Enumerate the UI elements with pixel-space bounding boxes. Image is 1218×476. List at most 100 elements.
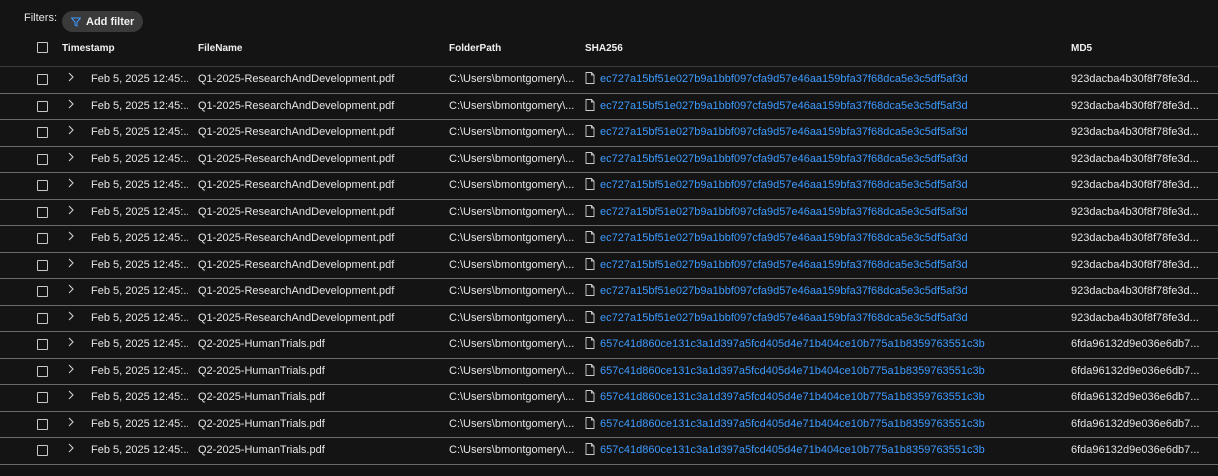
sha256-link[interactable]: ec727a15bf51e027b9a1bbf097cfa9d57e46aa15… [600,153,1060,165]
chevron-right-icon[interactable] [67,125,75,135]
chevron-right-icon[interactable] [67,72,75,82]
timestamp-cell: Feb 5, 2025 12:45:... [91,391,188,403]
file-icon [585,257,595,270]
chevron-right-icon[interactable] [67,390,75,400]
sha256-link[interactable]: ec727a15bf51e027b9a1bbf097cfa9d57e46aa15… [600,126,1060,138]
sha256-link[interactable]: ec727a15bf51e027b9a1bbf097cfa9d57e46aa15… [600,206,1060,218]
table-row[interactable]: Feb 5, 2025 12:45:... Q2-2025-HumanTrials… [0,332,1218,359]
row-checkbox[interactable] [37,445,48,456]
filename-cell: Q1-2025-ResearchAndDevelopment.pdf [198,232,395,244]
chevron-right-icon[interactable] [67,231,75,241]
table-row[interactable]: Feb 5, 2025 12:45:... Q2-2025-HumanTrials… [0,359,1218,385]
table-row[interactable]: Feb 5, 2025 12:45:... Q1-2025-ResearchAnd… [0,120,1218,147]
row-checkbox[interactable] [37,339,48,350]
chevron-right-icon[interactable] [67,337,75,347]
folderpath-cell: C:\Users\bmontgomery\... [449,205,575,218]
chevron-right-icon[interactable] [67,284,75,294]
column-header-filename[interactable]: FileName [198,43,242,54]
table-row[interactable]: Feb 5, 2025 12:45:... Q1-2025-ResearchAnd… [0,306,1218,332]
sha256-link[interactable]: 657c41d860ce131c3a1d397a5fcd405d4e71b404… [600,338,1060,350]
sha256-link[interactable]: 657c41d860ce131c3a1d397a5fcd405d4e71b404… [600,365,1060,377]
folderpath-cell: C:\Users\bmontgomery\... [449,258,575,271]
timestamp-cell: Feb 5, 2025 12:45:... [91,285,188,297]
timestamp-cell: Feb 5, 2025 12:45:... [91,152,188,165]
folderpath-cell: C:\Users\bmontgomery\... [449,417,575,430]
table-row[interactable]: Feb 5, 2025 12:45:... Q2-2025-HumanTrials… [0,385,1218,412]
table-row[interactable]: Feb 5, 2025 12:45:... Q2-2025-HumanTrials… [0,438,1218,465]
chevron-right-icon[interactable] [67,152,75,162]
folderpath-cell: C:\Users\bmontgomery\... [449,444,575,456]
file-icon [585,151,595,164]
row-checkbox[interactable] [37,365,48,377]
folderpath-cell: C:\Users\bmontgomery\... [449,152,575,165]
sha256-link[interactable]: 657c41d860ce131c3a1d397a5fcd405d4e71b404… [600,391,1060,403]
filename-cell: Q1-2025-ResearchAndDevelopment.pdf [198,311,395,324]
md5-cell: 6fda96132d9e036e6db7... [1071,417,1200,430]
sha256-link[interactable]: 657c41d860ce131c3a1d397a5fcd405d4e71b404… [600,418,1060,430]
sha256-link[interactable]: ec727a15bf51e027b9a1bbf097cfa9d57e46aa15… [600,73,1060,85]
row-checkbox[interactable] [37,286,48,297]
row-checkbox[interactable] [37,392,48,403]
table-row[interactable]: Feb 5, 2025 12:45:... Q1-2025-ResearchAnd… [0,94,1218,120]
md5-cell: 923dacba4b30f8f78fe3d... [1071,285,1199,297]
filter-icon [71,17,81,27]
table-row[interactable]: Feb 5, 2025 12:45:... Q1-2025-ResearchAnd… [0,253,1218,279]
file-icon [585,443,595,455]
md5-cell: 923dacba4b30f8f78fe3d... [1071,73,1199,85]
table-row[interactable]: Feb 5, 2025 12:45:... Q1-2025-ResearchAnd… [0,173,1218,200]
table-row[interactable]: Feb 5, 2025 12:45:... Q1-2025-ResearchAnd… [0,279,1218,306]
folderpath-cell: C:\Users\bmontgomery\... [449,311,575,324]
row-checkbox[interactable] [37,180,48,191]
chevron-right-icon[interactable] [67,178,75,188]
sha256-link[interactable]: ec727a15bf51e027b9a1bbf097cfa9d57e46aa15… [600,285,1060,297]
table-row[interactable]: Feb 5, 2025 12:45:... Q1-2025-ResearchAnd… [0,226,1218,253]
timestamp-cell: Feb 5, 2025 12:45:... [91,311,188,324]
sha256-link[interactable]: ec727a15bf51e027b9a1bbf097cfa9d57e46aa15… [600,179,1060,191]
row-checkbox[interactable] [37,233,48,244]
column-header-timestamp[interactable]: Timestamp [62,43,115,54]
sha256-link[interactable]: ec727a15bf51e027b9a1bbf097cfa9d57e46aa15… [600,100,1060,112]
row-checkbox[interactable] [37,127,48,138]
filename-cell: Q2-2025-HumanTrials.pdf [198,338,325,350]
chevron-right-icon[interactable] [67,417,75,427]
chevron-right-icon[interactable] [67,205,75,215]
row-checkbox[interactable] [37,206,48,218]
sha256-link[interactable]: ec727a15bf51e027b9a1bbf097cfa9d57e46aa15… [600,259,1060,271]
md5-cell: 6fda96132d9e036e6db7... [1071,364,1200,377]
sha256-link[interactable]: ec727a15bf51e027b9a1bbf097cfa9d57e46aa15… [600,312,1060,324]
sha256-link[interactable]: 657c41d860ce131c3a1d397a5fcd405d4e71b404… [600,444,1060,456]
chevron-right-icon[interactable] [67,443,75,453]
chevron-right-icon[interactable] [67,258,75,268]
timestamp-cell: Feb 5, 2025 12:45:... [91,99,188,112]
timestamp-cell: Feb 5, 2025 12:45:... [91,126,188,138]
column-header-folderpath[interactable]: FolderPath [449,43,501,54]
row-checkbox[interactable] [37,259,48,271]
sha256-link[interactable]: ec727a15bf51e027b9a1bbf097cfa9d57e46aa15… [600,232,1060,244]
row-checkbox[interactable] [37,74,48,85]
md5-cell: 923dacba4b30f8f78fe3d... [1071,99,1199,112]
row-checkbox[interactable] [37,153,48,165]
file-icon [585,204,595,217]
folderpath-cell: C:\Users\bmontgomery\... [449,285,575,297]
add-filter-button[interactable]: Add filter [62,11,143,32]
table-row[interactable]: Feb 5, 2025 12:45:... Q1-2025-ResearchAnd… [0,200,1218,226]
column-header-sha256[interactable]: SHA256 [585,43,623,54]
column-header-md5[interactable]: MD5 [1071,43,1092,54]
row-checkbox[interactable] [37,100,48,112]
chevron-right-icon[interactable] [67,99,75,109]
chevron-right-icon[interactable] [67,311,75,321]
filename-cell: Q1-2025-ResearchAndDevelopment.pdf [198,179,395,191]
table-row[interactable]: Feb 5, 2025 12:45:... Q1-2025-ResearchAnd… [0,67,1218,94]
table-row[interactable]: Feb 5, 2025 12:45:... Q2-2025-HumanTrials… [0,412,1218,438]
folderpath-cell: C:\Users\bmontgomery\... [449,73,575,85]
row-checkbox[interactable] [37,418,48,430]
select-all-checkbox[interactable] [37,42,48,53]
table-row[interactable]: Feb 5, 2025 12:45:... Q1-2025-ResearchAnd… [0,147,1218,173]
timestamp-cell: Feb 5, 2025 12:45:... [91,444,188,456]
md5-cell: 6fda96132d9e036e6db7... [1071,391,1200,403]
chevron-right-icon[interactable] [67,364,75,374]
filename-cell: Q1-2025-ResearchAndDevelopment.pdf [198,285,395,297]
timestamp-cell: Feb 5, 2025 12:45:... [91,364,188,377]
row-checkbox[interactable] [37,312,48,324]
folderpath-cell: C:\Users\bmontgomery\... [449,338,575,350]
